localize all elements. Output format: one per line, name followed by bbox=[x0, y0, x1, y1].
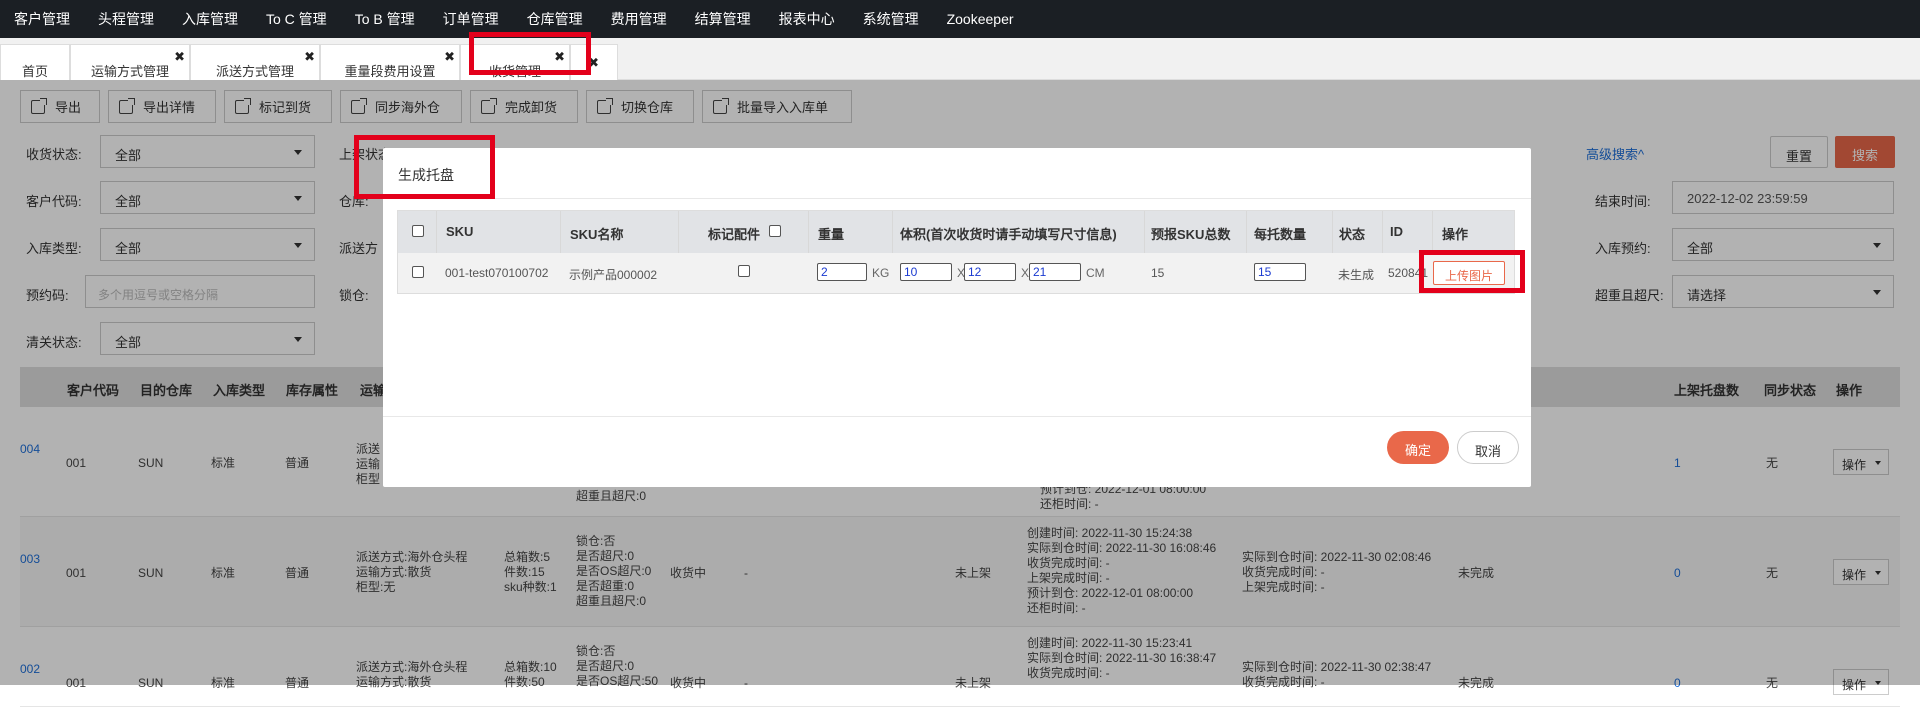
generate-pallet-dialog: 生成托盘 SKU SKU名称 标记配件 重量 体积(首次收货时请手动填写尺寸信息… bbox=[383, 148, 1531, 487]
column-header: 操作 bbox=[1442, 227, 1469, 242]
nav-reports[interactable]: 报表中心 bbox=[779, 9, 835, 29]
weight-input[interactable]: 2 bbox=[817, 263, 867, 281]
mark-accessory-all-checkbox[interactable] bbox=[769, 225, 781, 237]
total-cell: 15 bbox=[1151, 266, 1165, 280]
top-navigation: 客户管理 头程管理 入库管理 To C 管理 To B 管理 订单管理 仓库管理… bbox=[0, 0, 1920, 38]
nav-tob[interactable]: To B 管理 bbox=[355, 9, 415, 29]
tab-label: 运输方式管理 bbox=[90, 64, 169, 79]
nav-firstleg[interactable]: 头程管理 bbox=[98, 9, 154, 29]
volume-unit: CM bbox=[1086, 266, 1105, 280]
sku-name-cell: 示例产品000002 bbox=[569, 268, 658, 282]
width-input[interactable]: 12 bbox=[964, 263, 1016, 281]
pallet-row: 001-test070100702 示例产品000002 2 KG 10 X 1… bbox=[398, 253, 1514, 293]
divider bbox=[383, 198, 1531, 199]
nav-customer[interactable]: 客户管理 bbox=[14, 9, 70, 29]
column-header: SKU bbox=[446, 224, 474, 239]
column-header: ID bbox=[1390, 224, 1403, 239]
tab-bar: 首页 运输方式管理 ✖ 派送方式管理 ✖ 重量段费用设置 ✖ 收货管理 ✖ ✖ bbox=[0, 38, 1920, 80]
column-header: 每托数量 bbox=[1254, 227, 1307, 242]
highlight-box bbox=[354, 135, 495, 199]
divider bbox=[383, 416, 1531, 417]
nav-toc[interactable]: To C 管理 bbox=[266, 9, 327, 29]
tab-label: 派送方式管理 bbox=[215, 64, 294, 79]
pallet-table: SKU SKU名称 标记配件 重量 体积(首次收货时请手动填写尺寸信息) 预报S… bbox=[397, 210, 1515, 294]
weight-unit: KG bbox=[872, 266, 890, 280]
height-input[interactable]: 21 bbox=[1029, 263, 1081, 281]
nav-system[interactable]: 系统管理 bbox=[863, 9, 919, 29]
times-sign: X bbox=[1021, 266, 1030, 280]
nav-zookeeper[interactable]: Zookeeper bbox=[947, 11, 1014, 27]
mark-accessory-checkbox[interactable] bbox=[738, 265, 750, 277]
tab-label: 重量段费用设置 bbox=[344, 64, 436, 79]
column-header: SKU名称 bbox=[570, 227, 624, 242]
nav-fees[interactable]: 费用管理 bbox=[611, 9, 667, 29]
column-header: 体积(首次收货时请手动填写尺寸信息) bbox=[900, 227, 1117, 242]
nav-warehouse[interactable]: 仓库管理 bbox=[527, 9, 583, 29]
column-header: 状态 bbox=[1339, 227, 1366, 242]
close-icon[interactable]: ✖ bbox=[174, 49, 185, 65]
column-header: 标记配件 bbox=[708, 227, 761, 242]
nav-inbound[interactable]: 入库管理 bbox=[182, 9, 238, 29]
select-all-checkbox[interactable] bbox=[412, 225, 424, 237]
close-icon[interactable]: ✖ bbox=[444, 49, 455, 65]
highlight-box bbox=[1419, 250, 1525, 293]
confirm-button[interactable]: 确定 bbox=[1387, 431, 1449, 464]
nav-orders[interactable]: 订单管理 bbox=[443, 9, 499, 29]
tab-delivery[interactable]: 派送方式管理 ✖ bbox=[190, 44, 320, 80]
tab-home[interactable]: 首页 bbox=[0, 44, 70, 80]
highlight-box bbox=[469, 32, 591, 75]
sku-cell: 001-test070100702 bbox=[445, 266, 549, 280]
per-pallet-input[interactable]: 15 bbox=[1254, 263, 1306, 281]
column-header: 重量 bbox=[818, 227, 845, 242]
pallet-table-header: SKU SKU名称 标记配件 重量 体积(首次收货时请手动填写尺寸信息) 预报S… bbox=[398, 211, 1514, 253]
tab-transport[interactable]: 运输方式管理 ✖ bbox=[70, 44, 190, 80]
nav-settlement[interactable]: 结算管理 bbox=[695, 9, 751, 29]
tab-weight-fee[interactable]: 重量段费用设置 ✖ bbox=[320, 44, 460, 80]
close-icon[interactable]: ✖ bbox=[304, 49, 315, 65]
length-input[interactable]: 10 bbox=[900, 263, 952, 281]
column-header: 预报SKU总数 bbox=[1151, 227, 1231, 242]
cancel-button[interactable]: 取消 bbox=[1457, 431, 1519, 464]
row-checkbox[interactable] bbox=[412, 266, 424, 278]
status-cell: 未生成 bbox=[1338, 268, 1375, 282]
tab-label: 首页 bbox=[21, 64, 48, 79]
